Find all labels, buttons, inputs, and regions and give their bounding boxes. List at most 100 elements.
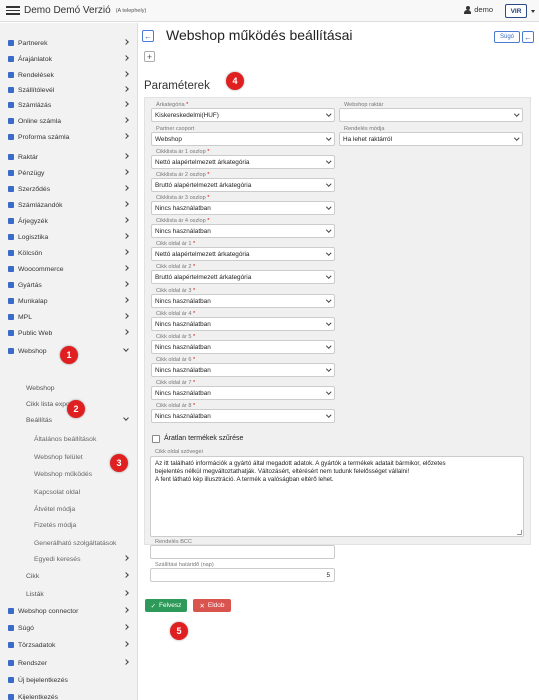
textarea-line: Az itt található információk a gyártó ál… bbox=[155, 460, 446, 467]
szallitasi-hatarido-input[interactable]: Szállítási határidő (nap) 5 bbox=[150, 562, 335, 582]
sidebar-item[interactable]: Átvétel módja bbox=[0, 501, 138, 517]
field-value[interactable]: Nincs használatban bbox=[151, 224, 335, 238]
cikklista-3-select[interactable]: Cikklista ár 3 oszlop * Nincs használatba… bbox=[151, 195, 335, 215]
field-value[interactable]: Nincs használatban bbox=[151, 409, 335, 423]
sidebar-item[interactable]: Szállítólevél bbox=[0, 82, 138, 98]
user-menu[interactable]: demo bbox=[464, 5, 493, 14]
sidebar-item[interactable]: Webshop connector bbox=[0, 603, 138, 619]
sidebar-item-label: Szállítólevél bbox=[18, 86, 55, 94]
sidebar-item[interactable]: Online számla bbox=[0, 113, 138, 129]
item-page-text-textarea[interactable]: Az itt található információk a gyártó ál… bbox=[150, 456, 524, 537]
sidebar-item[interactable]: Pénzügy bbox=[0, 165, 138, 181]
field-value[interactable]: Nincs használatban bbox=[151, 363, 335, 377]
field-value[interactable]: Nincs használatban bbox=[151, 317, 335, 331]
cikklista-1-select[interactable]: Cikklista ár 1 oszlop * Nettó alapértelme… bbox=[151, 149, 335, 169]
field-value[interactable]: Nincs használatban bbox=[151, 294, 335, 308]
sidebar-item-label: Kijelentkezés bbox=[18, 693, 59, 700]
sidebar-item[interactable]: Logisztika bbox=[0, 229, 138, 245]
cancel-button[interactable]: ✕ Eldob bbox=[193, 599, 231, 612]
page-title: Webshop működés beállításai bbox=[166, 27, 353, 43]
sidebar-item[interactable]: Munkalap bbox=[0, 293, 138, 309]
field-value[interactable]: 5 bbox=[150, 568, 335, 582]
field-value[interactable]: Kiskereskedelmi(HUF) bbox=[151, 108, 335, 122]
save-button[interactable]: ✓ Felvesz bbox=[145, 599, 187, 612]
field-value[interactable] bbox=[339, 108, 523, 122]
field-value[interactable]: Webshop bbox=[151, 132, 335, 146]
sidebar-item[interactable]: Fizetés módja bbox=[0, 517, 138, 533]
rendeles-modja-select[interactable]: Rendelés módja Ha lehet raktárról bbox=[339, 126, 523, 146]
back-button[interactable]: ← bbox=[142, 30, 154, 42]
add-button[interactable]: + bbox=[144, 51, 155, 62]
field-value[interactable]: Bruttó alapértelmezett árkategória bbox=[151, 270, 335, 284]
field-value[interactable] bbox=[150, 545, 335, 559]
sidebar-item[interactable]: Gyártás bbox=[0, 277, 138, 293]
sidebar-item[interactable]: Rendelések bbox=[0, 67, 138, 83]
sidebar-item[interactable]: Szerződés bbox=[0, 181, 138, 197]
back-button-right[interactable]: ← bbox=[522, 31, 534, 43]
webshop-raktar-select[interactable]: Webshop raktár bbox=[339, 102, 523, 122]
field-value[interactable]: Nincs használatban bbox=[151, 340, 335, 354]
sidebar-item[interactable]: Cikk bbox=[0, 568, 138, 584]
field-value[interactable]: Nincs használatban bbox=[151, 201, 335, 215]
sidebar-item[interactable]: Generálható szolgáltatások bbox=[0, 535, 138, 551]
help-icon bbox=[8, 625, 14, 631]
cikk-oldal-3-select[interactable]: Cikk oldal ár 3 * Nincs használatban bbox=[151, 288, 335, 308]
vir-logo[interactable]: VIR bbox=[505, 4, 527, 18]
sidebar-item-label: Proforma számla bbox=[18, 133, 70, 141]
cikk-oldal-4-select[interactable]: Cikk oldal ár 4 * Nincs használatban bbox=[151, 311, 335, 331]
partner-csoport-select[interactable]: Partner csoport Webshop bbox=[151, 126, 335, 146]
chevron-right-icon bbox=[123, 659, 129, 665]
sidebar-item[interactable]: Proforma számla bbox=[0, 129, 138, 145]
chevron-down-icon[interactable] bbox=[531, 10, 535, 13]
cikk-oldal-1-select[interactable]: Cikk oldal ár 1 * Nettó alapértelmezett á… bbox=[151, 241, 335, 261]
cikk-oldal-8-select[interactable]: Cikk oldal ár 8 * Nincs használatban bbox=[151, 403, 335, 423]
sidebar-item[interactable]: Új bejelentkezés bbox=[0, 672, 138, 688]
sidebar-item[interactable]: Listák bbox=[0, 586, 138, 602]
sidebar-item[interactable]: Kölcsön bbox=[0, 245, 138, 261]
cikklista-2-select[interactable]: Cikklista ár 2 oszlop * Bruttó alapértelm… bbox=[151, 172, 335, 192]
cikklista-4-select[interactable]: Cikklista ár 4 oszlop * Nincs használatba… bbox=[151, 218, 335, 238]
chevron-right-icon bbox=[123, 153, 129, 159]
resize-handle[interactable] bbox=[517, 530, 522, 535]
arrow-left-icon: ← bbox=[144, 31, 152, 41]
cikk-oldal-5-select[interactable]: Cikk oldal ár 5 * Nincs használatban bbox=[151, 334, 335, 354]
login-icon bbox=[8, 677, 14, 683]
cikk-oldal-7-select[interactable]: Cikk oldal ár 7 * Nincs használatban bbox=[151, 380, 335, 400]
sidebar-item[interactable]: Törzsadatok bbox=[0, 637, 138, 653]
field-value[interactable]: Nettó alapértelmezett árkategória bbox=[151, 155, 335, 169]
sidebar-item-label: Woocommerce bbox=[18, 265, 64, 273]
sidebar-item[interactable]: Woocommerce bbox=[0, 261, 138, 277]
field-value[interactable]: Ha lehet raktárról bbox=[339, 132, 523, 146]
sidebar-item[interactable]: Számlázás bbox=[0, 97, 138, 113]
sidebar-item-label: Szerződés bbox=[18, 185, 51, 193]
sidebar-item-label: Public Web bbox=[18, 329, 53, 337]
sidebar-item[interactable]: Rendszer bbox=[0, 655, 138, 671]
sidebar-item[interactable]: Általános beállítások bbox=[0, 431, 138, 447]
chevron-right-icon bbox=[123, 55, 129, 61]
sidebar-item[interactable]: Súgó bbox=[0, 620, 138, 636]
sidebar-item[interactable]: Kapcsolat oldal bbox=[0, 484, 138, 500]
sidebar-item[interactable]: Árjegyzék bbox=[0, 213, 138, 229]
sidebar-item-label: Listák bbox=[26, 590, 44, 598]
sidebar-item[interactable]: Számlázandók bbox=[0, 197, 138, 213]
sidebar-item[interactable]: MPL bbox=[0, 309, 138, 325]
rendeles-bcc-input[interactable]: Rendelés BCC bbox=[150, 539, 335, 559]
sidebar-item[interactable]: Public Web bbox=[0, 325, 138, 341]
cikk-oldal-6-select[interactable]: Cikk oldal ár 6 * Nincs használatban bbox=[151, 357, 335, 377]
sidebar-item[interactable]: Webshop bbox=[0, 380, 138, 396]
sidebar-item[interactable]: Árajánlatok bbox=[0, 51, 138, 67]
field-value[interactable]: Nincs használatban bbox=[151, 386, 335, 400]
arkategoria-select[interactable]: Árkategória * Kiskereskedelmi(HUF) bbox=[151, 102, 335, 122]
sidebar-item[interactable]: Kijelentkezés bbox=[0, 689, 138, 700]
help-button[interactable]: Súgó bbox=[494, 31, 520, 43]
field-value[interactable]: Nettó alapértelmezett árkategória bbox=[151, 247, 335, 261]
cikk-oldal-2-select[interactable]: Cikk oldal ár 2 * Bruttó alapértelmezett … bbox=[151, 264, 335, 284]
sidebar-item[interactable]: Egyedi keresés bbox=[0, 551, 138, 567]
menu-icon[interactable] bbox=[6, 6, 20, 15]
sidebar-item[interactable]: Partnerek bbox=[0, 35, 138, 51]
sidebar-item[interactable]: Raktár bbox=[0, 149, 138, 165]
unpriced-filter-checkbox[interactable] bbox=[152, 435, 160, 443]
sidebar-item-label: Árajánlatok bbox=[18, 55, 53, 63]
invoice-icon bbox=[8, 102, 14, 108]
field-value[interactable]: Bruttó alapértelmezett árkategória bbox=[151, 178, 335, 192]
